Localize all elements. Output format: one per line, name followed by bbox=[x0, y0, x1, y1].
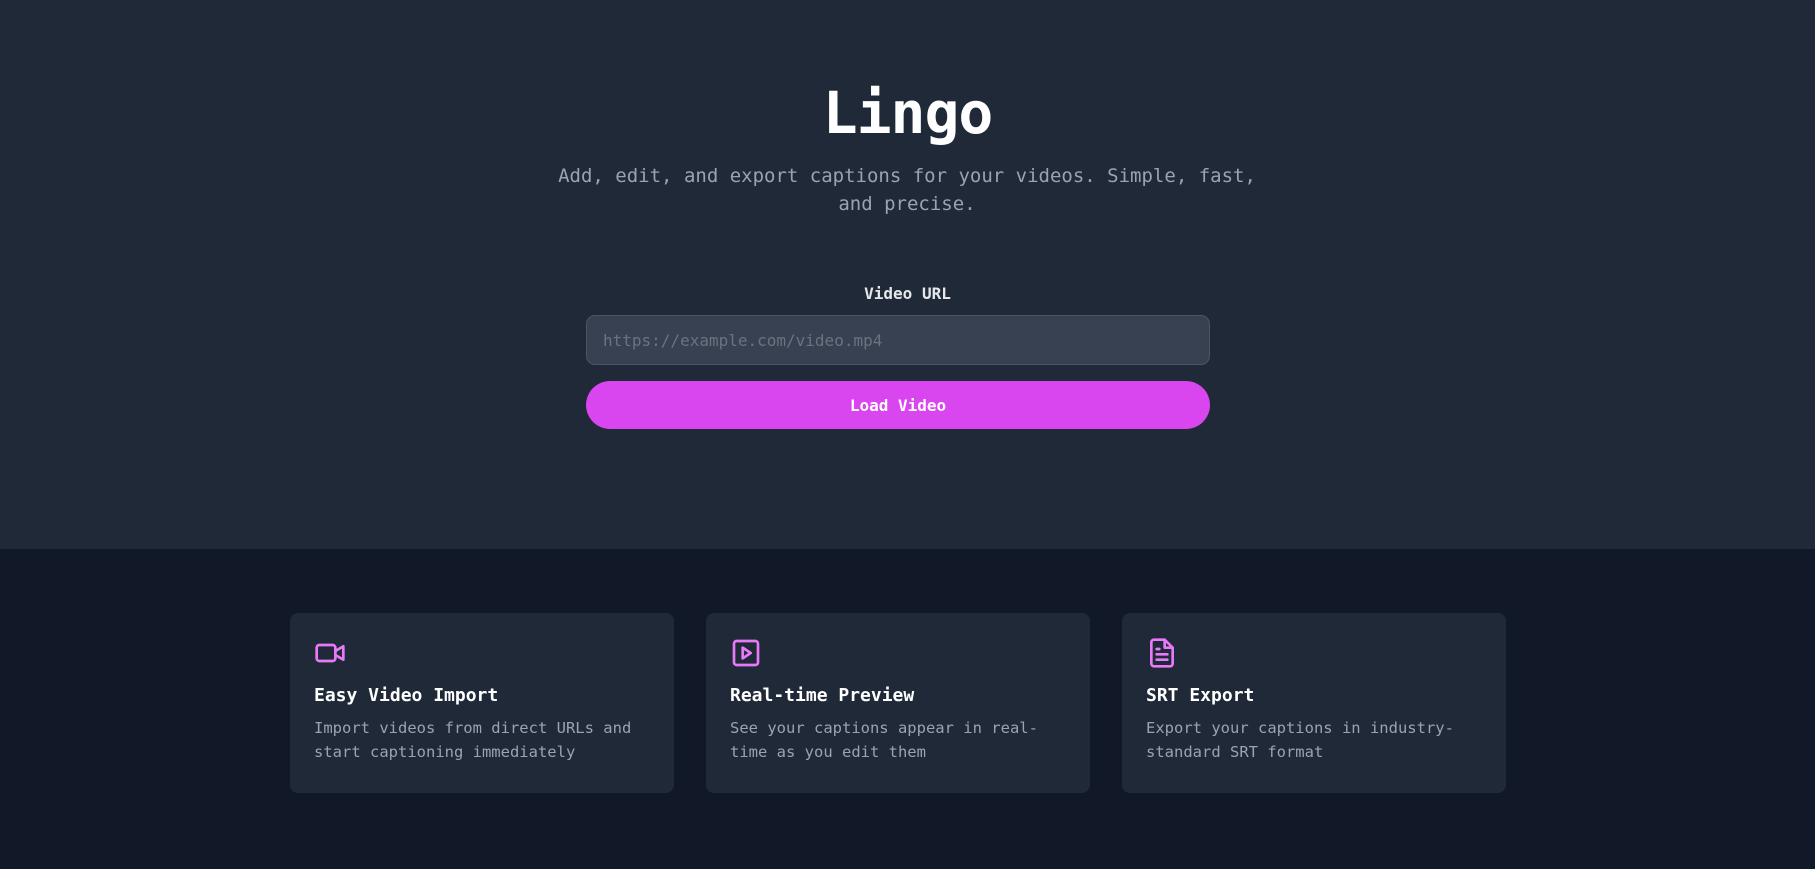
play-square-icon bbox=[732, 639, 760, 667]
feature-card-video-import: Easy Video Import Import videos from dir… bbox=[290, 613, 674, 793]
document-icon bbox=[1150, 638, 1174, 668]
feature-title: SRT Export bbox=[1146, 685, 1255, 706]
video-url-label: Video URL bbox=[864, 284, 951, 303]
feature-description: Import videos from direct URLs and start… bbox=[314, 719, 632, 761]
app-subtitle: Add, edit, and export captions for your … bbox=[558, 165, 1256, 215]
feature-card-srt-export: SRT Export Export your captions in indus… bbox=[1122, 613, 1506, 793]
load-video-button[interactable]: Load Video bbox=[586, 381, 1210, 429]
hero-section: Lingo Add, edit, and export captions for… bbox=[0, 0, 1815, 549]
feature-title: Real-time Preview bbox=[730, 685, 915, 706]
feature-description: Export your captions in industry-standar… bbox=[1146, 719, 1454, 761]
video-camera-icon bbox=[315, 643, 345, 663]
features-section: Easy Video Import Import videos from dir… bbox=[0, 549, 1815, 869]
feature-description: See your captions appear in real-time as… bbox=[730, 719, 1038, 761]
feature-title: Easy Video Import bbox=[314, 685, 499, 706]
feature-card-preview: Real-time Preview See your captions appe… bbox=[706, 613, 1090, 793]
app-title: Lingo bbox=[822, 79, 994, 147]
video-url-input[interactable] bbox=[586, 315, 1210, 365]
